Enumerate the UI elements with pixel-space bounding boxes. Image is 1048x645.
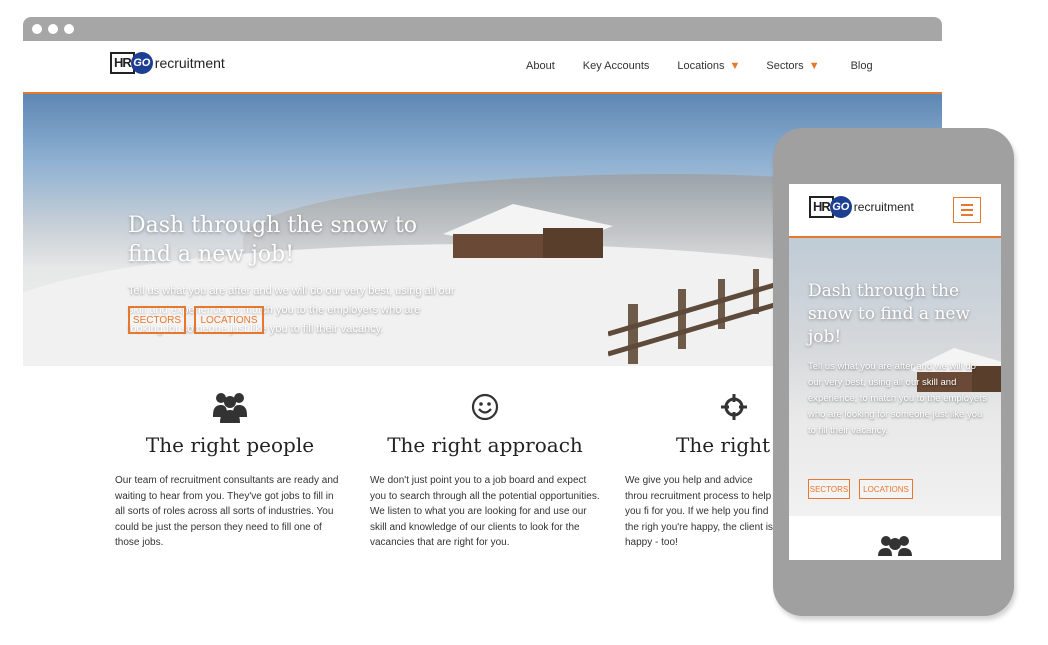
hamburger-menu-icon[interactable] <box>953 197 981 223</box>
mobile-header: HR GO recruitment <box>789 184 1001 238</box>
window-dot-icon <box>64 24 74 34</box>
caret-down-icon: ▼ <box>729 60 741 72</box>
site-logo[interactable]: HR GO recruitment <box>110 52 225 74</box>
cabin-image <box>443 204 613 258</box>
nav-blog[interactable]: Blog <box>851 60 873 72</box>
nav-sectors[interactable]: Sectors ▼ <box>766 60 819 72</box>
caret-down-icon: ▼ <box>808 60 820 72</box>
feature-title: The right people <box>145 433 315 457</box>
group-icon <box>789 534 1001 556</box>
logo-go: GO <box>829 196 852 218</box>
mobile-hero-banner: Dash through the snow to find a new job!… <box>789 238 1001 516</box>
feature-approach: The right approach We don't just point y… <box>370 389 600 551</box>
window-dot-icon <box>32 24 42 34</box>
site-header: HR GO recruitment About Key Accounts Loc… <box>23 41 942 94</box>
locations-button[interactable]: LOCATIONS <box>194 306 264 334</box>
group-icon <box>115 389 345 425</box>
fence-image <box>608 269 779 364</box>
logo-go: GO <box>130 52 153 74</box>
feature-text: We give you help and advice throu recrui… <box>625 475 773 548</box>
mobile-sectors-button[interactable]: SECTORS <box>808 479 850 499</box>
nav-label: Locations <box>677 60 725 72</box>
logo-word: recruitment <box>154 55 225 71</box>
nav-label: Key Accounts <box>582 60 650 72</box>
nav-label: Blog <box>850 60 873 72</box>
nav-label: Sectors <box>766 60 804 72</box>
sectors-button[interactable]: SECTORS <box>128 306 186 334</box>
hero-title: Dash through the snow to find a new job! <box>128 213 418 267</box>
browser-titlebar <box>23 17 942 41</box>
smiley-icon <box>370 389 600 425</box>
main-nav: About Key Accounts Locations ▼ Sectors ▼ B… <box>526 60 873 72</box>
nav-key-accounts[interactable]: Key Accounts <box>583 60 650 72</box>
mobile-hero-text: Tell us what you are after and we will d… <box>808 361 988 436</box>
window-dot-icon <box>48 24 58 34</box>
mobile-hero-title: Dash through the snow to find a new job! <box>808 281 971 347</box>
logo-word: recruitment <box>853 200 914 214</box>
mobile-locations-button[interactable]: LOCATIONS <box>859 479 913 499</box>
nav-about[interactable]: About <box>526 60 555 72</box>
feature-text: We don't just point you to a job board a… <box>370 475 600 548</box>
mobile-screen: HR GO recruitment Dash through the snow … <box>789 184 1001 560</box>
mobile-phone-mockup: HR GO recruitment Dash through the snow … <box>773 128 1014 616</box>
nav-label: About <box>526 60 555 72</box>
site-logo[interactable]: HR GO recruitment <box>809 196 914 218</box>
nav-locations[interactable]: Locations ▼ <box>677 60 740 72</box>
feature-text: Our team of recruitment consultants are … <box>115 475 339 548</box>
feature-people: The right people Our team of recruitment… <box>115 389 345 551</box>
feature-title: The right approach <box>387 433 583 457</box>
